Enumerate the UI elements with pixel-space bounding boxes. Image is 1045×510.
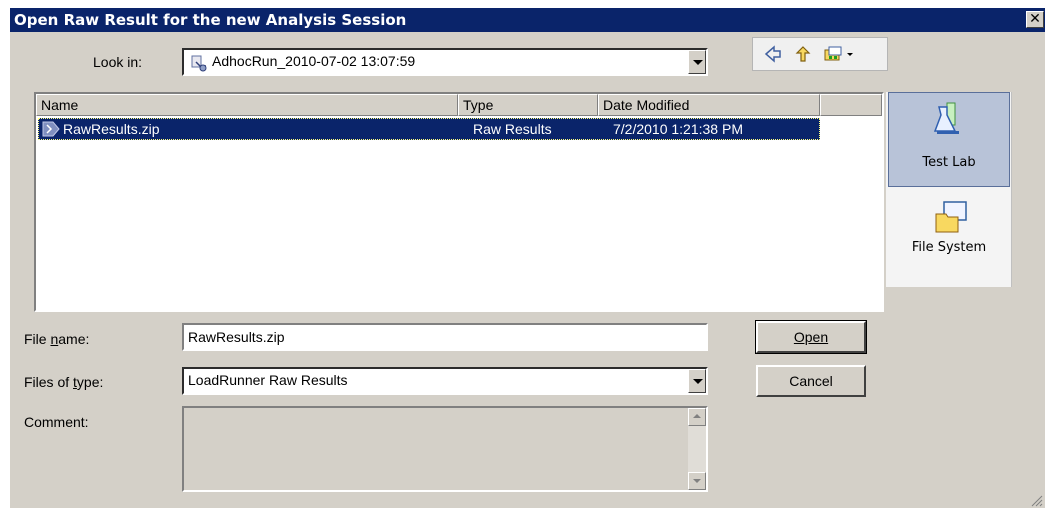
files-of-type-label: Files of type: [24,374,104,390]
comment-scrollbar[interactable] [688,408,706,490]
close-icon: ✕ [1029,11,1041,27]
file-type-cell: Raw Results [473,121,552,137]
files-of-type-value: LoadRunner Raw Results [188,372,348,388]
window-title: Open Raw Result for the new Analysis Ses… [14,11,407,29]
look-in-value: AdhocRun_2010-07-02 13:07:59 [212,53,416,69]
file-name-input[interactable]: RawResults.zip [182,323,708,351]
file-list[interactable]: Name Type Date Modified RawResults.zip R… [34,92,884,312]
resize-grip-icon[interactable] [1031,494,1043,507]
place-test-lab-label: Test Lab [922,155,976,170]
up-folder-icon[interactable] [793,44,813,64]
file-name-cell: RawResults.zip [63,121,160,137]
open-button-label: Open [793,329,829,345]
view-menu-icon[interactable] [823,44,859,64]
place-file-system-label: File System [911,240,987,255]
files-of-type-combo[interactable]: LoadRunner Raw Results [182,367,708,395]
look-in-dropdown-button[interactable] [688,50,706,74]
open-raw-result-dialog: Open Raw Result for the new Analysis Ses… [9,7,1045,508]
column-header-date-modified[interactable]: Date Modified [598,94,820,116]
navigation-toolbar [752,37,888,71]
look-in-combo[interactable]: AdhocRun_2010-07-02 13:07:59 [182,48,708,76]
scroll-down-icon[interactable] [688,472,706,490]
folder-run-icon [190,54,208,72]
file-name-label: File name: [24,331,90,347]
column-header-name[interactable]: Name [36,94,458,116]
back-icon[interactable] [763,44,783,64]
file-date-cell: 7/2/2010 1:21:38 PM [613,121,743,137]
column-header-filler [820,94,882,116]
places-bar: Test Lab File System [886,92,1012,287]
file-system-icon [934,200,968,234]
zip-file-icon [41,120,61,138]
open-button[interactable]: Open [755,320,867,354]
comment-field[interactable] [182,406,708,492]
place-test-lab[interactable]: Test Lab [888,92,1010,187]
files-of-type-dropdown-button[interactable] [688,369,706,393]
column-header-type[interactable]: Type [458,94,598,116]
look-in-label: Look in: [93,54,143,70]
file-name-value: RawResults.zip [188,329,285,345]
comment-label: Comment: [24,414,89,430]
title-bar[interactable]: Open Raw Result for the new Analysis Ses… [10,8,1045,32]
table-row[interactable]: RawResults.zip Raw Results 7/2/2010 1:21… [38,118,820,140]
cancel-button[interactable]: Cancel [756,365,866,397]
test-lab-flask-icon [933,101,967,137]
cancel-button-label: Cancel [789,373,833,389]
close-button[interactable]: ✕ [1026,11,1044,28]
place-file-system[interactable]: File System [888,190,1010,285]
scroll-up-icon[interactable] [688,408,706,426]
